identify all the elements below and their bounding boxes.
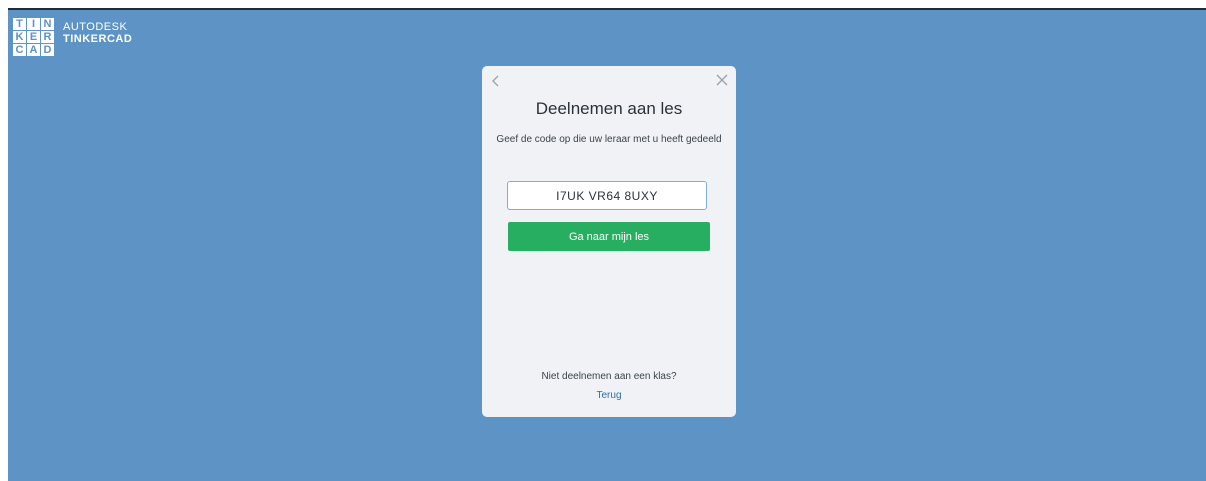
- logo-letter: K: [13, 31, 26, 43]
- dialog-title: Deelnemen aan les: [535, 99, 683, 118]
- logo-product-name: TINKERCAD: [63, 33, 133, 45]
- logo-letter: E: [27, 31, 40, 43]
- close-icon: [716, 74, 728, 86]
- class-code-input[interactable]: [507, 181, 707, 210]
- back-button[interactable]: [489, 72, 503, 90]
- logo-letter: C: [13, 44, 26, 56]
- logo-letter: A: [27, 44, 40, 56]
- back-link[interactable]: Terug: [482, 390, 736, 401]
- logo-company-name: AUTODESK: [63, 21, 128, 33]
- close-button[interactable]: [714, 72, 730, 88]
- join-class-dialog: Deelnemen aan les Geef de code op die uw…: [482, 66, 736, 417]
- not-joining-prompt: Niet deelnemen aan een klas?: [541, 371, 677, 382]
- logo-letter: I: [27, 18, 40, 30]
- logo-letter-grid: T I N K E R C A D: [13, 18, 54, 56]
- logo-wordmark: AUTODESK TINKERCAD: [63, 21, 132, 45]
- logo-letter: T: [13, 18, 26, 30]
- go-to-class-button[interactable]: Ga naar mijn les: [508, 222, 710, 251]
- chevron-left-icon: [492, 75, 499, 87]
- tinkercad-logo[interactable]: T I N K E R C A D AUTODESK TINKERCAD: [13, 18, 132, 56]
- dialog-description: Geef de code op die uw leraar met u heef…: [496, 134, 722, 145]
- logo-letter: R: [41, 31, 54, 43]
- logo-letter: N: [41, 18, 54, 30]
- logo-letter: D: [41, 44, 54, 56]
